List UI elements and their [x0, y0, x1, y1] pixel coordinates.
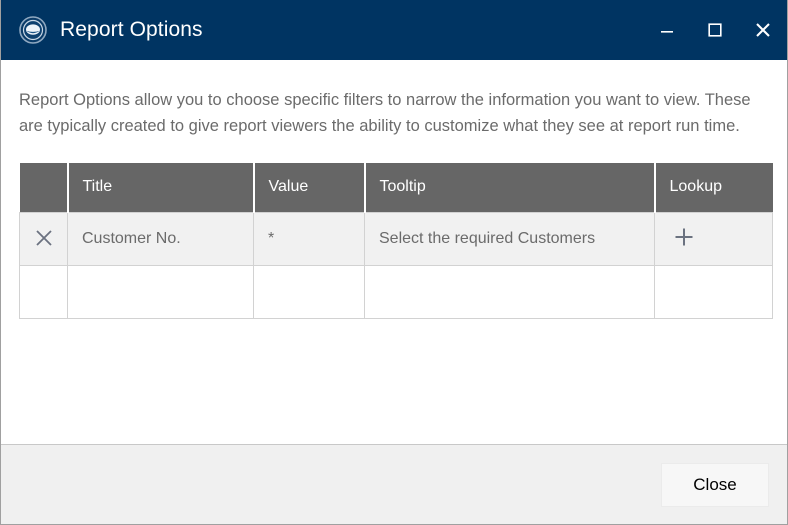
cell-lookup[interactable] [654, 264, 773, 319]
cell-value[interactable]: * [253, 211, 365, 266]
report-options-dialog: Report Options Report Options allow you … [0, 0, 788, 525]
cell-lookup[interactable] [654, 211, 773, 266]
table-row[interactable]: Customer No. * Select the required Custo… [19, 211, 773, 266]
window-controls [643, 0, 787, 60]
column-header-lookup: Lookup [654, 163, 773, 212]
cell-tooltip[interactable] [364, 264, 655, 319]
minimize-icon [661, 31, 673, 33]
maximize-icon [708, 23, 722, 37]
row-delete-cell[interactable] [19, 264, 68, 319]
window-title: Report Options [60, 18, 203, 41]
table-header-row: Title Value Tooltip Lookup [19, 163, 773, 212]
dialog-body: Report Options allow you to choose speci… [1, 60, 787, 444]
column-header-title: Title [67, 163, 255, 212]
cell-title[interactable] [67, 264, 254, 319]
close-icon [756, 23, 770, 37]
row-delete-cell[interactable] [19, 211, 68, 266]
cell-tooltip[interactable]: Select the required Customers [364, 211, 655, 266]
app-disc-icon [19, 16, 47, 44]
column-header-action [19, 163, 69, 212]
dialog-footer: Close [1, 444, 787, 524]
cell-value[interactable] [253, 264, 365, 319]
minimize-button[interactable] [643, 0, 691, 60]
maximize-button[interactable] [691, 0, 739, 60]
column-header-value: Value [253, 163, 366, 212]
description-text: Report Options allow you to choose speci… [19, 91, 751, 135]
cell-title[interactable]: Customer No. [67, 211, 254, 266]
table-row[interactable] [19, 264, 773, 319]
column-header-tooltip: Tooltip [364, 163, 656, 212]
title-bar: Report Options [1, 0, 787, 60]
plus-icon[interactable] [671, 224, 697, 250]
close-button[interactable]: Close [661, 462, 769, 507]
report-options-table: Title Value Tooltip Lookup Customer No. … [19, 163, 773, 319]
close-x-icon[interactable] [31, 225, 57, 251]
close-window-button[interactable] [739, 0, 787, 60]
